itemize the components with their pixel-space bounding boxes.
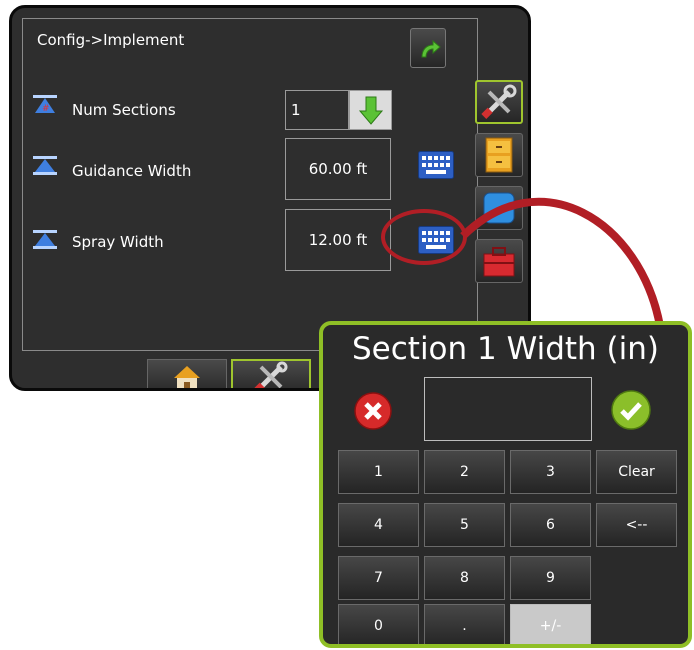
cancel-button[interactable] [353,391,393,431]
width-keypad-dialog: Section 1 Width (in) 1 2 3 Clear 4 5 6 <… [319,321,692,648]
checkmark-icon [611,390,651,430]
dialog-title: Section 1 Width (in) [352,331,659,367]
key-4[interactable]: 4 [338,503,419,547]
key-decimal[interactable]: . [424,604,505,644]
key-plus-minus: +/- [510,604,591,644]
value-display [424,377,592,441]
key-7[interactable]: 7 [338,556,419,600]
key-2[interactable]: 2 [424,450,505,494]
key-6[interactable]: 6 [510,503,591,547]
accept-button[interactable] [610,389,652,431]
key-9[interactable]: 9 [510,556,591,600]
key-3[interactable]: 3 [510,450,591,494]
cancel-icon [354,392,392,430]
key-clear[interactable]: Clear [596,450,677,494]
key-5[interactable]: 5 [424,503,505,547]
key-0[interactable]: 0 [338,604,419,644]
key-backspace[interactable]: <-- [596,503,677,547]
key-8[interactable]: 8 [424,556,505,600]
key-1[interactable]: 1 [338,450,419,494]
